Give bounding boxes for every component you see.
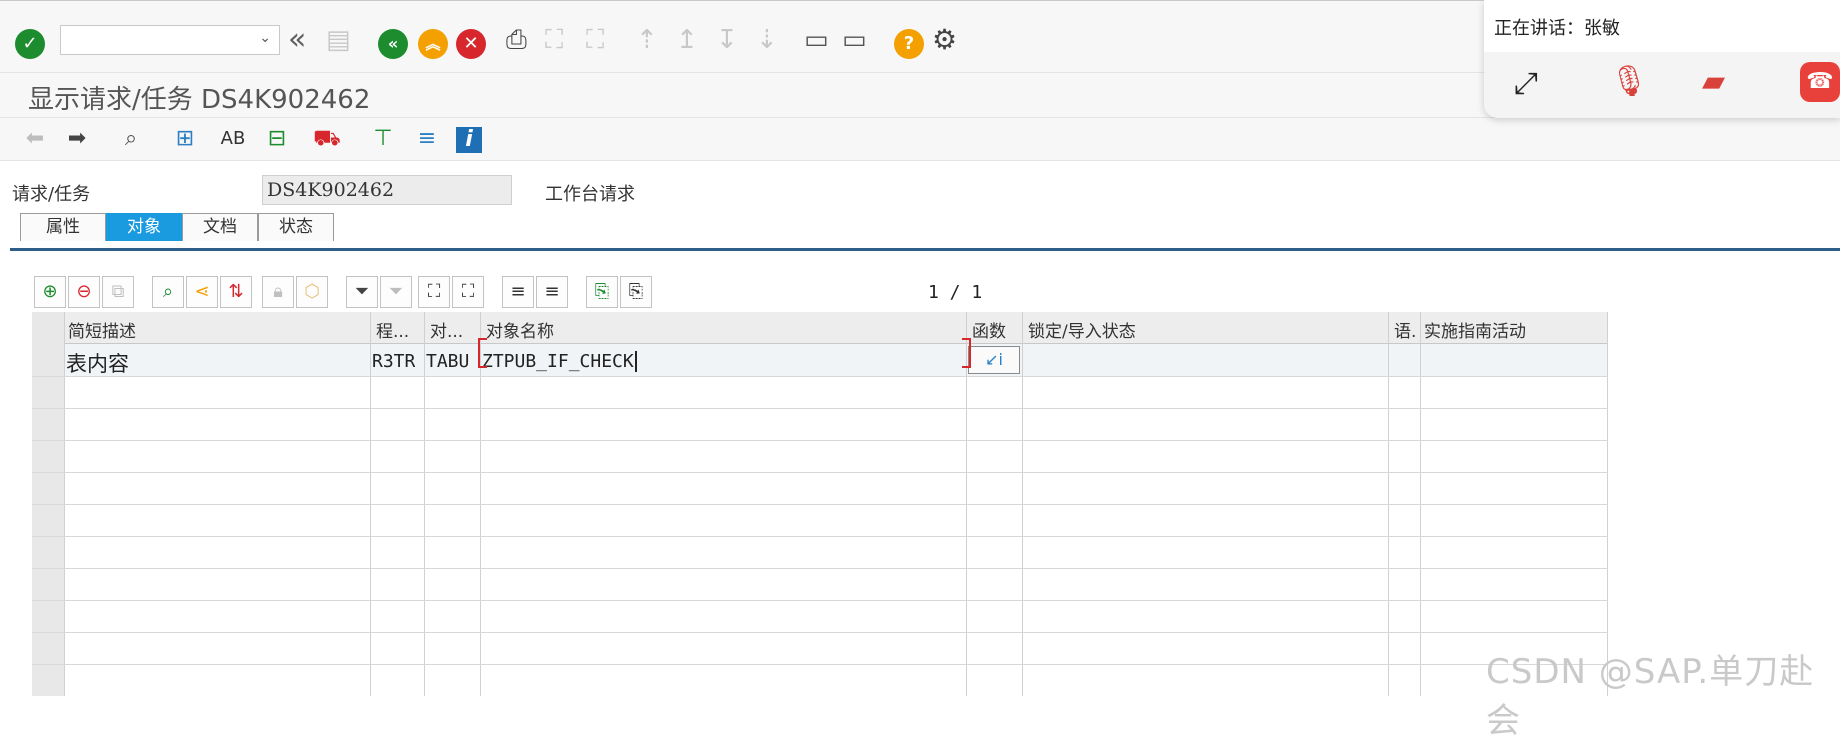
sort-descending-icon[interactable]: ≡ [536, 276, 568, 308]
sort-ascending-icon[interactable]: ≡ [502, 276, 534, 308]
layout-icon[interactable]: ⎘ [620, 276, 652, 308]
previous-page-icon[interactable]: ↥ [676, 25, 698, 55]
header-function[interactable]: 函数 [972, 317, 1022, 342]
call-controls: ⤢ 🎙︎ ▰ ☎ [1484, 52, 1840, 118]
cell-short-description[interactable]: 表内容 [66, 348, 129, 378]
header-language[interactable]: 语. [1394, 317, 1422, 342]
tab-divider [10, 248, 1840, 251]
focus-bracket-left [478, 338, 487, 368]
insert-row-icon[interactable]: ⊕ [34, 276, 66, 308]
fullscreen-icon[interactable]: ⤢ [1514, 66, 1538, 101]
double-back-icon[interactable]: « [288, 25, 306, 55]
header-object-name[interactable]: 对象名称 [486, 317, 966, 342]
expand-icon[interactable]: ⋖ [186, 276, 218, 308]
last-page-icon[interactable]: ⇣ [756, 25, 778, 55]
header-lock-import-status[interactable]: 锁定/导入状态 [1028, 317, 1388, 342]
header-program-id[interactable]: 程... [376, 317, 426, 342]
command-field[interactable]: ⌄ [60, 25, 280, 55]
enter-check-icon[interactable]: ✓ [15, 29, 45, 59]
filter-delete-icon[interactable]: ⏷ [380, 276, 412, 308]
find-binoculars-icon[interactable]: ⛶ [418, 276, 450, 308]
find-next-binoculars-icon[interactable]: ⛶ [452, 276, 484, 308]
cell-program-id[interactable]: R3TR [372, 351, 415, 372]
call-header: 正在讲话：张敏 [1484, 0, 1840, 52]
meeting-call-overlay: 正在讲话：张敏 ⤢ 🎙︎ ▰ ☎ [1484, 0, 1840, 118]
print-icon[interactable]: ⎙ [506, 25, 527, 55]
table-header: 简短描述 程... 对... 对象名称 函数 锁定/导入状态 语. 实施指南活动 [32, 312, 1608, 344]
header-short-description[interactable]: 简短描述 [68, 317, 368, 342]
page-indicator: 1 / 1 [928, 282, 983, 303]
tab-status[interactable]: 状态 [258, 213, 334, 241]
watermark: CSDN @SAP.单刀赴会 [1486, 652, 1815, 741]
chevron-down-icon[interactable]: ⌄ [259, 30, 271, 46]
request-label: 请求/任务 [12, 184, 91, 205]
exit-up-icon[interactable]: ︽ [418, 29, 448, 59]
export-icon[interactable]: ⎘ [586, 276, 618, 308]
first-page-icon[interactable]: ⇡ [636, 25, 658, 55]
mic-muted-icon[interactable]: 🎙︎ [1610, 64, 1648, 99]
text-compare-icon[interactable]: AB [218, 124, 248, 154]
function-info-button[interactable]: ↙i [968, 346, 1020, 374]
help-icon[interactable]: ? [894, 29, 924, 59]
end-call-icon[interactable]: ☎ [1800, 62, 1840, 102]
back-arrow-icon[interactable]: ⬅ [20, 124, 50, 154]
selected-row-background [64, 344, 1608, 376]
camera-off-icon[interactable]: ▰ [1702, 64, 1725, 99]
sort-icon[interactable]: ⇅ [220, 276, 252, 308]
speaking-indicator: 正在讲话：张敏 [1494, 18, 1620, 39]
settings-gear-icon[interactable]: ⚙ [932, 25, 957, 55]
hierarchy-icon[interactable]: ⊞ [170, 124, 200, 154]
package-icon[interactable]: ⬡ [296, 276, 328, 308]
object-name-input[interactable]: ZTPUB_IF_CHECK [482, 351, 637, 372]
align-icon[interactable]: ≡ [412, 124, 442, 154]
request-number-field[interactable]: DS4K902462 [262, 175, 512, 205]
objects-table: 简短描述 程... 对... 对象名称 函数 锁定/导入状态 语. 实施指南活动… [32, 312, 1608, 696]
cell-object-type[interactable]: TABU [426, 351, 469, 372]
cancel-icon[interactable]: ✕ [456, 29, 486, 59]
tab-attributes[interactable]: 属性 [20, 213, 106, 241]
next-page-icon[interactable]: ↧ [716, 25, 738, 55]
transport-truck-icon[interactable]: ⛟ [312, 124, 342, 154]
focus-bracket-right [962, 338, 971, 368]
filter-icon[interactable]: ⏷ [346, 276, 378, 308]
info-icon[interactable]: i [456, 127, 482, 153]
application-toolbar: ⬅ ➡ ⌕ ⊞ AB ⊟ ⛟ ⊤ ≡ i [0, 117, 1840, 161]
request-description: 工作台请求 [545, 184, 635, 205]
header-activity[interactable]: 实施指南活动 [1424, 317, 1604, 342]
back-green-icon[interactable]: « [378, 29, 408, 59]
delete-row-icon[interactable]: ⊖ [68, 276, 100, 308]
lock-icon[interactable]: 🔒︎ [262, 276, 294, 308]
detail-icon[interactable]: ⌕ [152, 276, 184, 308]
page-title: 显示请求/任务 DS4K902462 [28, 85, 371, 115]
forward-arrow-icon[interactable]: ➡ [62, 124, 92, 154]
find-icon[interactable]: ⛶ [545, 25, 563, 55]
shortcut-icon[interactable]: ▭ [842, 25, 867, 55]
header-object-type[interactable]: 对... [430, 317, 480, 342]
copy-row-icon[interactable]: ⧉ [102, 276, 134, 308]
display-change-icon[interactable]: ⌕ [116, 124, 146, 154]
tab-documentation[interactable]: 文档 [182, 213, 258, 241]
find-next-icon[interactable]: ⛶ [586, 25, 604, 55]
new-session-icon[interactable]: ▭ [804, 25, 829, 55]
structure-icon[interactable]: ⊟ [262, 124, 292, 154]
save-icon[interactable]: ▤ [326, 25, 351, 55]
org-chart-icon[interactable]: ⊤ [368, 124, 398, 154]
tab-objects[interactable]: 对象 [106, 213, 182, 241]
